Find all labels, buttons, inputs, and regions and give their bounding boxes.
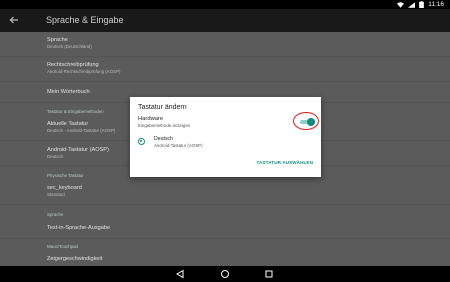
signal-icon (408, 1, 416, 8)
divider (0, 56, 450, 57)
choose-keyboard-button[interactable]: TASTATUR AUSWÄHLEN (257, 160, 314, 166)
setting-title: Sprache (47, 37, 68, 43)
back-arrow-icon[interactable] (8, 14, 20, 26)
setting-summary: Standard (47, 192, 65, 197)
app-bar: Sprache & Eingabe (0, 9, 450, 32)
toggle-thumb (307, 118, 315, 126)
hardware-toggle[interactable] (300, 118, 315, 126)
setting-title: Mein Wörterbuch (47, 89, 90, 95)
radio-selected-dot (140, 140, 143, 143)
setting-tts[interactable]: Text-in-Sprache-Ausgabe (47, 225, 410, 232)
section-header-speech: Sprache (47, 212, 64, 217)
setting-language[interactable]: Sprache Deutsch (Deutschland) (47, 37, 410, 50)
setting-title: Zeigergeschwindigkeit (47, 256, 103, 262)
setting-summary: Android-Rechtschreibprüfung (AOSP) (47, 69, 121, 74)
status-bar: 11:16 (0, 0, 450, 9)
setting-summary: Deutsch (Deutschland) (47, 44, 92, 49)
dialog-title: Tastatur ändern (138, 104, 187, 111)
hardware-summary: Eingabemethode anzeigen (138, 123, 191, 128)
section-header-keyboard: Tastatur & Eingabemethoden (47, 109, 104, 114)
section-header-physical-keyboard: Physische Tastatur (47, 173, 84, 178)
status-time: 11:16 (428, 1, 444, 8)
divider (0, 204, 450, 205)
home-icon[interactable] (220, 269, 230, 279)
radio-deutsch[interactable] (138, 138, 145, 145)
setting-spellcheck[interactable]: Rechtschreibprüfung Android-Rechtschreib… (47, 62, 410, 75)
battery-icon (419, 1, 425, 8)
divider (0, 238, 450, 239)
divider (0, 81, 450, 82)
setting-title: Rechtschreibprüfung (47, 62, 99, 68)
hardware-label: Hardware (138, 116, 164, 122)
wifi-icon (397, 1, 405, 8)
setting-title: Text-in-Sprache-Ausgabe (47, 225, 111, 231)
setting-dictionary[interactable]: Mein Wörterbuch (47, 89, 410, 96)
section-header-mouse: Maus/Touchpad (47, 244, 78, 249)
back-icon[interactable] (175, 269, 185, 279)
setting-pointer-speed[interactable]: Zeigergeschwindigkeit (47, 256, 410, 263)
change-keyboard-dialog: Tastatur ändern Hardware Eingabemethode … (130, 97, 321, 177)
page-title: Sprache & Eingabe (46, 15, 124, 25)
setting-title: sec_keyboard (47, 185, 82, 191)
navigation-bar (0, 266, 450, 282)
option-summary: Android-Tastatur (AOSP) (154, 142, 203, 148)
setting-sec-keyboard[interactable]: sec_keyboard Standard (47, 185, 410, 198)
recents-icon[interactable] (264, 269, 274, 279)
